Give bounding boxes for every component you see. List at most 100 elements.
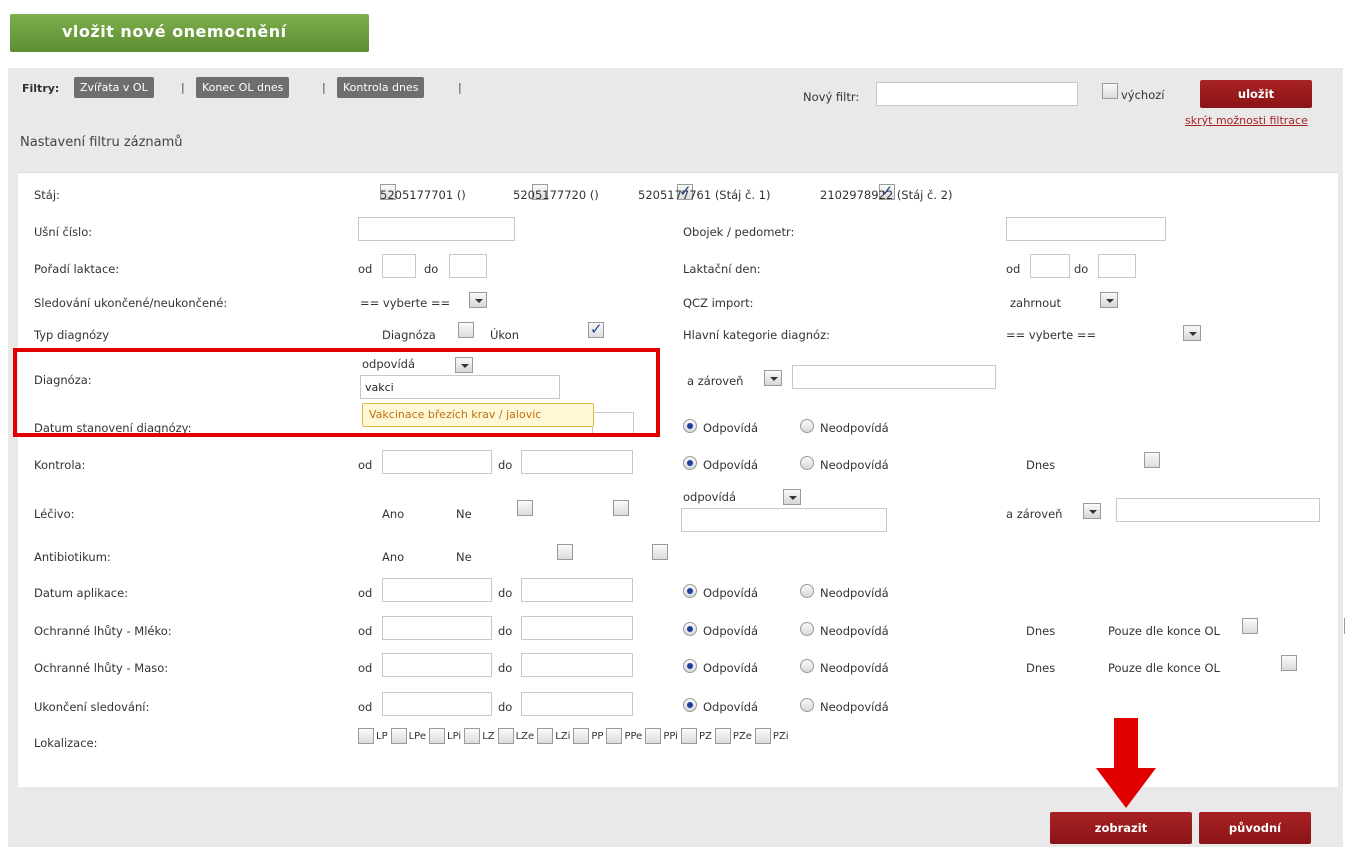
tracking-end-label: Ukončení sledování: <box>34 700 150 714</box>
localization-checkbox-lp[interactable] <box>358 728 374 744</box>
arrow-head-icon <box>1096 768 1156 808</box>
qcz-select-value[interactable]: zahrnout <box>1010 296 1061 310</box>
diagnosis-and-dropdown-icon[interactable] <box>764 370 782 386</box>
localization-checkbox-ppe[interactable] <box>606 728 623 744</box>
new-filter-label: Nový filtr: <box>803 90 860 104</box>
reset-button[interactable]: původní <box>1199 812 1311 844</box>
collar-input[interactable] <box>1006 217 1166 241</box>
protect-milk-matches-radio[interactable] <box>683 622 697 636</box>
lactation-order-to[interactable] <box>449 254 487 278</box>
hide-filter-options-link[interactable]: skrýt možnosti filtrace <box>1185 114 1308 127</box>
diagnosis-suggestion[interactable]: Vakcinace březích krav / jalovic <box>362 403 594 427</box>
drug-and-input[interactable] <box>1116 498 1320 522</box>
filter-chip-animals-ol[interactable]: Zvířata v OL <box>74 77 154 98</box>
localization-options: LP LPe LPi LZ LZe LZi PP PPe PPi PZ PZe PZi <box>358 728 789 744</box>
do-label: do <box>424 262 439 276</box>
protect-meat-matches-radio[interactable] <box>683 659 697 673</box>
localization-option-label: LP <box>376 730 388 742</box>
protect-milk-not-matches-radio[interactable] <box>800 622 814 636</box>
tracking-end-from[interactable] <box>382 692 492 716</box>
lactation-order-label: Pořadí laktace: <box>34 262 120 276</box>
main-category-dropdown-icon[interactable] <box>1183 325 1201 341</box>
localization-checkbox-lz[interactable] <box>464 728 481 744</box>
separator: | <box>458 81 462 94</box>
lactation-day-label: Laktační den: <box>683 262 761 276</box>
not-matches-label: Neodpovídá <box>820 661 889 675</box>
control-not-matches-radio[interactable] <box>800 456 814 470</box>
new-disease-button[interactable]: vložit nové onemocnění <box>10 14 369 52</box>
drug-mode-select-value[interactable]: odpovídá <box>683 490 736 504</box>
do-label: do <box>1074 262 1089 276</box>
lactation-order-from[interactable] <box>382 254 416 278</box>
localization-checkbox-pz[interactable] <box>680 728 697 744</box>
matches-label: Odpovídá <box>703 586 759 600</box>
localization-checkbox-lzi[interactable] <box>537 728 554 744</box>
do-label: do <box>498 700 513 714</box>
tracking-end-to[interactable] <box>521 692 633 716</box>
filter-chip-control-today[interactable]: Kontrola dnes <box>337 77 425 98</box>
localization-checkbox-lze[interactable] <box>497 728 514 744</box>
localization-checkbox-ppi[interactable] <box>645 728 662 744</box>
protect-milk-from[interactable] <box>382 616 492 640</box>
not-matches-label: Neodpovídá <box>820 586 889 600</box>
control-today-checkbox[interactable] <box>1143 452 1160 468</box>
drug-no-checkbox[interactable] <box>612 500 629 516</box>
drug-yes-checkbox[interactable] <box>517 500 534 516</box>
localization-checkbox-pze[interactable] <box>714 728 731 744</box>
control-matches-radio[interactable] <box>683 456 697 470</box>
tracking-dropdown-icon[interactable] <box>469 292 487 308</box>
localization-checkbox-pp[interactable] <box>573 728 590 744</box>
protect-milk-today-checkbox[interactable] <box>1241 618 1258 634</box>
tracking-select-value[interactable]: == vyberte == <box>360 296 450 310</box>
new-filter-input[interactable] <box>876 82 1078 106</box>
no-label: Ne <box>456 550 472 564</box>
diagnosis-type-diagnosis-checkbox[interactable] <box>458 322 475 338</box>
application-date-matches-radio[interactable] <box>683 584 697 598</box>
stable-option-2: 5205177720 () <box>513 188 599 202</box>
diagnosis-and-input[interactable] <box>792 365 996 389</box>
do-label: do <box>498 586 513 600</box>
yes-label: Ano <box>382 550 405 564</box>
ear-number-input[interactable] <box>358 217 515 241</box>
antibiotic-no-checkbox[interactable] <box>652 544 669 560</box>
tracking-end-matches-radio[interactable] <box>683 698 697 712</box>
application-date-not-matches-radio[interactable] <box>800 584 814 598</box>
protect-meat-to[interactable] <box>521 653 633 677</box>
control-to[interactable] <box>521 450 633 474</box>
save-filter-button[interactable]: uložit <box>1200 80 1312 108</box>
diagnosis-date-not-matches-radio[interactable] <box>800 419 814 433</box>
tracking-label: Sledování ukončené/neukončené: <box>34 296 228 310</box>
diagnosis-date-matches-radio[interactable] <box>683 419 697 433</box>
filter-chip-ol-end-today[interactable]: Konec OL dnes <box>196 77 290 98</box>
application-date-to[interactable] <box>521 578 633 602</box>
default-checkbox[interactable] <box>1102 83 1118 99</box>
drug-and-dropdown-icon[interactable] <box>1083 503 1101 519</box>
diagnosis-type-action-checkbox[interactable] <box>587 320 604 338</box>
od-label: od <box>358 458 373 472</box>
diagnosis-type-label: Typ diagnózy <box>34 328 110 342</box>
protect-meat-from[interactable] <box>382 653 492 677</box>
lactation-day-to[interactable] <box>1098 254 1136 278</box>
drug-input[interactable] <box>681 508 887 532</box>
protect-meat-today-checkbox[interactable] <box>1281 655 1298 671</box>
application-date-from[interactable] <box>382 578 492 602</box>
localization-checkbox-lpi[interactable] <box>429 728 446 744</box>
main-category-select-value[interactable]: == vyberte == <box>1006 328 1096 342</box>
control-from[interactable] <box>382 450 492 474</box>
localization-option-label: PZi <box>772 730 789 742</box>
od-label: od <box>358 661 373 675</box>
tracking-end-not-matches-radio[interactable] <box>800 698 814 712</box>
today-label: Dnes <box>1026 624 1056 638</box>
drug-mode-dropdown-icon[interactable] <box>783 489 801 505</box>
antibiotic-yes-checkbox[interactable] <box>556 544 573 560</box>
section-title: Nastavení filtru záznamů <box>20 135 183 150</box>
localization-checkbox-pzi[interactable] <box>754 728 771 744</box>
lactation-day-from[interactable] <box>1030 254 1070 278</box>
show-button[interactable]: zobrazit <box>1050 812 1192 844</box>
localization-checkbox-lpe[interactable] <box>390 728 407 744</box>
protect-milk-to[interactable] <box>521 616 633 640</box>
od-label: od <box>1006 262 1021 276</box>
do-label: do <box>498 661 513 675</box>
protect-meat-not-matches-radio[interactable] <box>800 659 814 673</box>
qcz-dropdown-icon[interactable] <box>1100 292 1118 308</box>
